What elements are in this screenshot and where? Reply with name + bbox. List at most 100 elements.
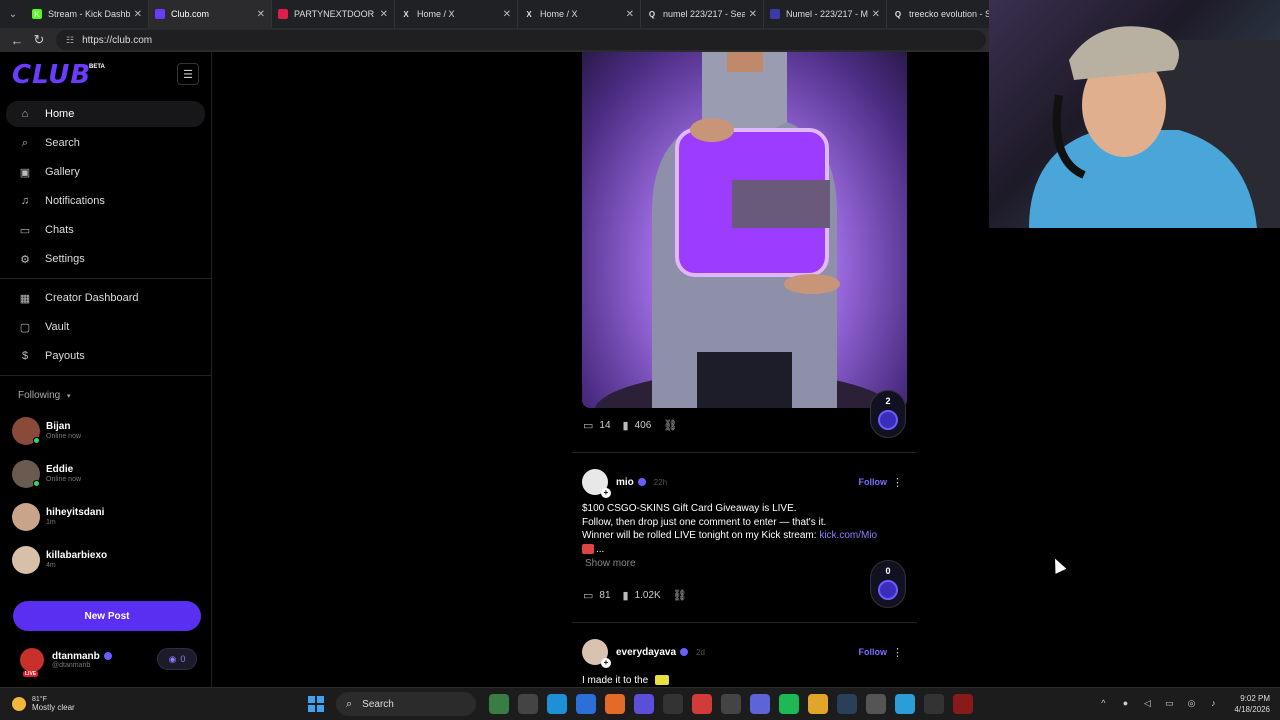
following-item[interactable]: Eddie Online now [0, 452, 211, 495]
avatar[interactable]: + [582, 469, 611, 498]
pinned-apps [484, 694, 977, 714]
url-field[interactable]: ☷ https://club.com [56, 30, 986, 50]
taskbar-app-icon[interactable] [836, 694, 857, 714]
tip-count: 2 [885, 396, 891, 406]
sidebar-item-payouts[interactable]: $ Payouts [6, 343, 205, 369]
emoji-icon [654, 675, 669, 686]
post-link[interactable]: kick.com/Mio [819, 530, 877, 541]
tab-list-menu-button[interactable]: ⌄ [0, 0, 26, 28]
tip-coin-button[interactable]: 0 [870, 560, 906, 608]
taskbar-app-icon[interactable] [952, 694, 973, 714]
sidebar-item-chats[interactable]: ▭ Chats [6, 217, 205, 243]
comment-icon[interactable]: ▭ [583, 589, 593, 602]
more-options-icon[interactable]: ⋮ [892, 476, 903, 489]
network-icon[interactable]: ◎ [1184, 698, 1198, 710]
views-icon: ▮ [622, 590, 629, 602]
weather-widget[interactable]: 81°F Mostly clear [0, 696, 300, 712]
tip-count: 0 [885, 566, 891, 576]
sidebar-item-gallery[interactable]: ▣ Gallery [6, 159, 205, 185]
close-icon[interactable]: ✕ [872, 9, 880, 20]
follow-button[interactable]: Follow [859, 647, 888, 657]
taskbar-app-icon[interactable] [488, 694, 509, 714]
clock[interactable]: 9:02 PM 4/18/2026 [1234, 693, 1270, 715]
share-link-icon[interactable]: ⛓ [663, 419, 677, 432]
left-hand [690, 118, 734, 142]
comment-icon[interactable]: ▭ [583, 419, 593, 432]
plus-icon[interactable]: + [601, 658, 611, 668]
site-info-icon[interactable]: ☷ [66, 35, 74, 46]
browser-tab[interactable]: Qnumel 223/217 - Search ✕ [641, 0, 764, 28]
sidebar-item-notifications[interactable]: ♫ Notifications [6, 188, 205, 214]
taskbar-search[interactable]: ⌕ Search [336, 692, 476, 716]
post-author[interactable]: mio [616, 477, 634, 488]
browser-tab[interactable]: K Stream - Kick Dashboard ✕ [26, 0, 149, 28]
follow-button[interactable]: Follow [859, 477, 888, 487]
following-toggle[interactable]: Following ▾ [0, 382, 211, 409]
browser-tab[interactable]: X Home / X ✕ [518, 0, 641, 28]
tab-label: Club.com [171, 9, 210, 19]
pants [697, 352, 792, 408]
close-icon[interactable]: ✕ [257, 9, 265, 20]
chevron-down-icon: ▾ [67, 393, 71, 400]
speaker-icon[interactable]: ♪ [1206, 698, 1220, 710]
current-user[interactable]: LIVE dtanmanb @dtanmanb ◉ 0 [0, 640, 211, 680]
taskbar-app-icon[interactable] [720, 694, 741, 714]
club-logo[interactable]: CLUB [12, 60, 91, 90]
sidebar-item-creator-dashboard[interactable]: ▦ Creator Dashboard [6, 285, 205, 311]
system-tray: ^ ● ◁ ▭ ◎ ♪ 9:02 PM 4/18/2026 [1092, 693, 1280, 715]
sidebar-item-home[interactable]: ⌂ Home [6, 101, 205, 127]
tab-strip: KStream - Kick Dashboard✕Club.com✕PARTYN… [26, 0, 1010, 28]
post-image[interactable] [582, 52, 907, 408]
close-icon[interactable]: ✕ [749, 9, 757, 20]
share-link-icon[interactable]: ⛓ [673, 589, 687, 602]
close-icon[interactable]: ✕ [380, 9, 388, 20]
taskbar-app-icon[interactable] [691, 694, 712, 714]
sidebar-item-settings[interactable]: ⚙ Settings [6, 246, 205, 272]
browser-tab[interactable]: Club.com ✕ [149, 0, 272, 28]
sidebar-item-search[interactable]: ⌕ Search [6, 130, 205, 156]
volume-icon[interactable]: ◁ [1140, 698, 1154, 710]
taskbar-app-icon[interactable] [546, 694, 567, 714]
start-button[interactable] [308, 696, 324, 712]
menu-toggle-button[interactable]: ☰ [177, 63, 199, 85]
show-more-link[interactable]: Show more [585, 558, 636, 569]
browser-tab[interactable]: Numel - 223/217 - ME2 ✕ [764, 0, 887, 28]
display-icon[interactable]: ▭ [1162, 698, 1176, 710]
following-item[interactable]: hiheyitsdani 1m [0, 495, 211, 538]
taskbar-app-icon[interactable] [894, 694, 915, 714]
taskbar-app-icon[interactable] [923, 694, 944, 714]
taskbar-app-icon[interactable] [517, 694, 538, 714]
coin-balance[interactable]: ◉ 0 [157, 648, 197, 670]
tip-coin-button[interactable]: 2 [870, 390, 906, 438]
more-options-icon[interactable]: ⋮ [892, 646, 903, 659]
back-button[interactable]: ← [6, 29, 28, 51]
chevron-up-icon[interactable]: ^ [1096, 698, 1110, 710]
following-item[interactable]: Bijan Online now [0, 409, 211, 452]
avatar[interactable]: + [582, 639, 611, 668]
taskbar-app-icon[interactable] [749, 694, 770, 714]
new-post-button[interactable]: New Post [13, 601, 201, 631]
sidebar-item-label: Notifications [45, 195, 105, 207]
taskbar-app-icon[interactable] [575, 694, 596, 714]
close-icon[interactable]: ✕ [134, 9, 142, 20]
close-icon[interactable]: ✕ [626, 9, 634, 20]
taskbar-app-icon[interactable] [662, 694, 683, 714]
plus-icon[interactable]: + [601, 488, 611, 498]
microphone-icon[interactable]: ● [1118, 698, 1132, 710]
close-icon[interactable]: ✕ [503, 9, 511, 20]
taskbar-app-icon[interactable] [807, 694, 828, 714]
tab-favicon-icon: X [401, 9, 411, 19]
browser-tab[interactable]: X Home / X ✕ [395, 0, 518, 28]
browser-tab[interactable]: PARTYNEXTDOOR & Drake ✕ [272, 0, 395, 28]
taskbar-app-icon[interactable] [778, 694, 799, 714]
following-item[interactable]: killabarbiexo 4m [0, 538, 211, 581]
taskbar-app-icon[interactable] [865, 694, 886, 714]
avatar [12, 502, 40, 531]
coin-icon [878, 580, 898, 600]
sidebar-item-label: Chats [45, 224, 74, 236]
taskbar-app-icon[interactable] [633, 694, 654, 714]
reload-button[interactable]: ↻ [28, 29, 50, 51]
taskbar-app-icon[interactable] [604, 694, 625, 714]
sidebar-item-vault[interactable]: ▢ Vault [6, 314, 205, 340]
post-author[interactable]: everydayava [616, 647, 676, 658]
